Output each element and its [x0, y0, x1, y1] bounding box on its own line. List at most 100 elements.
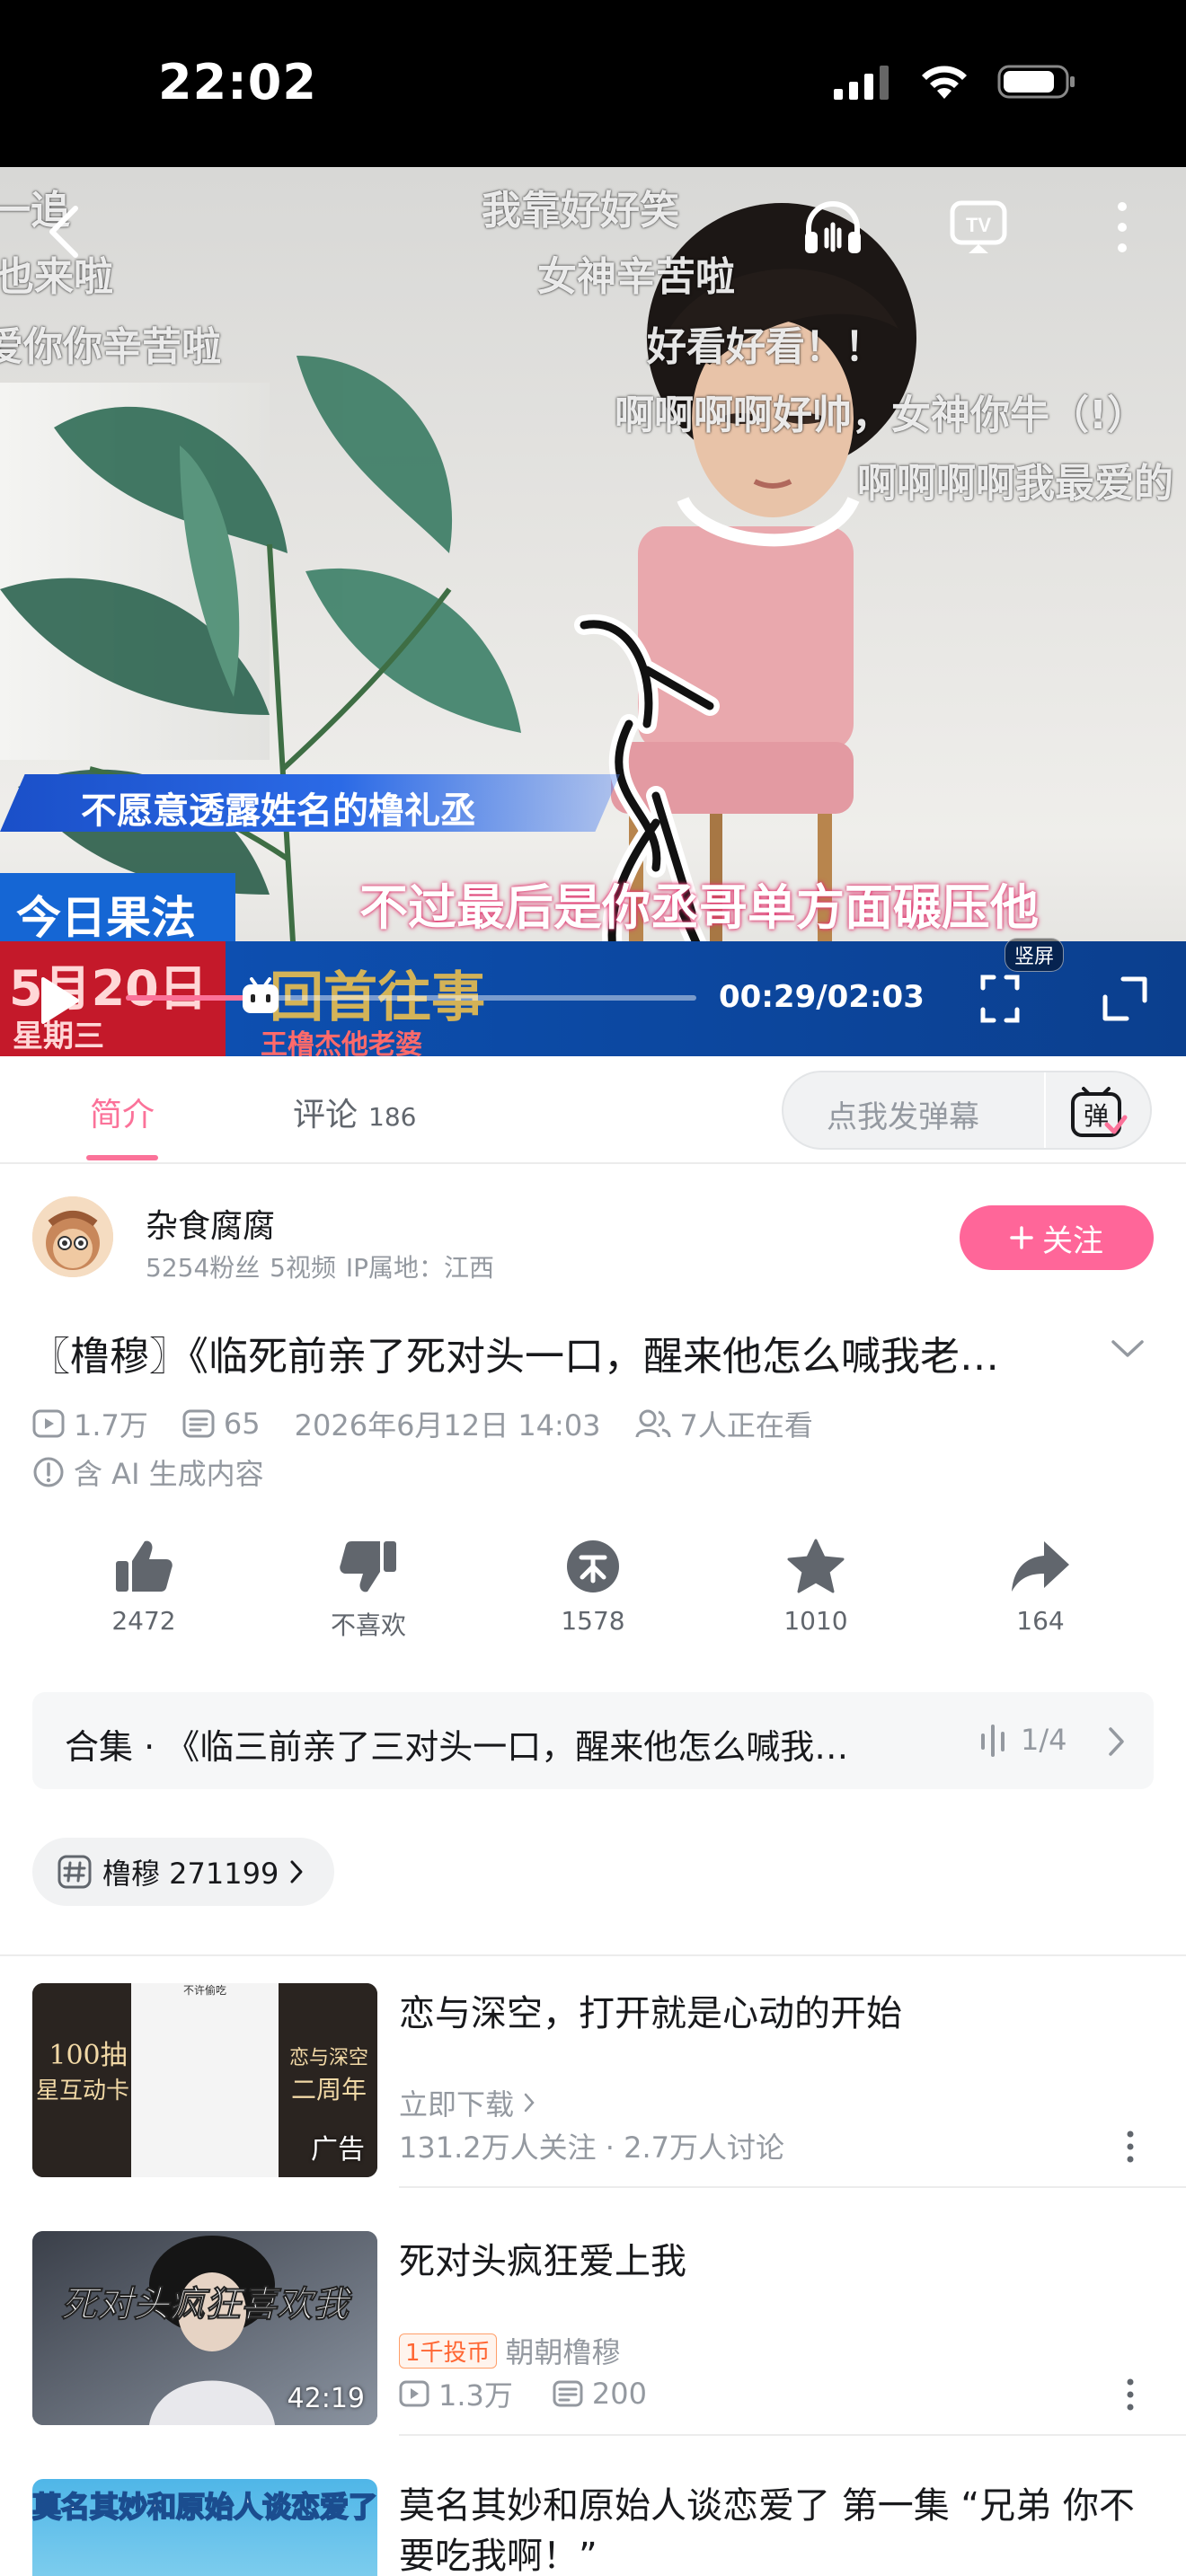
coin-button[interactable]: 1578	[512, 1538, 674, 1636]
watching-icon	[635, 1409, 671, 1438]
feed-danmaku: 200	[591, 2377, 647, 2411]
news-banner-text: 不愿意透露姓名的橹礼丞	[81, 790, 476, 832]
chevron-down-icon[interactable]	[1111, 1338, 1145, 1360]
dislike-label: 不喜欢	[330, 1610, 406, 1640]
chevron-right-icon	[1109, 1727, 1124, 1756]
feed-divider	[399, 2186, 1186, 2188]
dislike-button[interactable]: 不喜欢	[288, 1538, 449, 1642]
feed-item-video[interactable]: 死对头疯狂喜欢我 42:19 死对头疯狂爱上我 1千投币 朝朝橹穆 1.3万 2…	[0, 2202, 1186, 2436]
topic-tag-label: 橹穆 271199	[102, 1857, 279, 1891]
news-badge: 今日果法	[0, 873, 235, 947]
battery-icon	[997, 65, 1075, 99]
info-icon	[33, 1457, 64, 1487]
tab-comments-count: 186	[368, 1102, 417, 1132]
tab-comments-label: 评论	[293, 1097, 358, 1134]
like-button[interactable]: 2472	[63, 1538, 225, 1636]
action-bar: 2472 不喜欢 1578 1010 164	[0, 1538, 1186, 1654]
video-thumbnail-art: 莫名其妙和原始人谈恋爱了	[32, 2479, 377, 2576]
ad-download-link[interactable]: 立即下载	[399, 2082, 535, 2123]
feed-item-ad[interactable]: 不许偷吃 100抽 星互动卡 恋与深空 二周年 广告 恋与深空，打开就是心动的开…	[0, 1954, 1186, 2188]
danmaku-item: 爱你你辛苦啦	[0, 324, 221, 370]
more-vertical-icon[interactable]	[1123, 2377, 1137, 2413]
wifi-icon	[922, 66, 967, 99]
uploader-meta: 5254粉丝 5视频 IP属地：江西	[146, 1253, 495, 1283]
danmaku-input-placeholder: 点我发弹幕	[827, 1099, 979, 1135]
video-subtitle: 不过最后是你丞哥单方面碾压他	[359, 879, 1039, 936]
danmaku-count-icon	[182, 1409, 215, 1438]
collection-count: 1/4	[1021, 1723, 1067, 1757]
vertical-mode-tag[interactable]: 竖屏	[1005, 938, 1065, 972]
progress-thumb-icon[interactable]	[240, 977, 281, 1017]
plus-icon	[1010, 1226, 1033, 1249]
danmaku-input[interactable]: 点我发弹幕 弹	[782, 1071, 1152, 1150]
danmaku-count: 65	[223, 1407, 261, 1441]
video-player[interactable]: 一追 我靠好好笑 也来啦 女神辛苦啦 爱你你辛苦啦 好看好看！！ 啊啊啊啊好帅，…	[0, 167, 1186, 1056]
more-vertical-icon[interactable]	[1111, 199, 1134, 255]
progress-bar[interactable]	[126, 977, 696, 1013]
coin-count: 1578	[561, 1606, 625, 1636]
chevron-right-icon	[290, 1860, 303, 1883]
danmaku-item: 啊啊啊啊好帅，女神你牛（!）	[615, 393, 1147, 438]
status-icons	[834, 63, 1078, 101]
danmaku-item: 女神辛苦啦	[537, 254, 735, 300]
ad-stats-text: 131.2万人关注 · 2.7万人讨论	[399, 2130, 785, 2165]
thumb-up-icon	[116, 1540, 173, 1592]
topic-tag[interactable]: 橹穆 271199	[32, 1838, 335, 1906]
ad-thumb-right-text: 恋与深空	[289, 2047, 368, 2069]
coin-icon	[567, 1540, 619, 1592]
feed-item-video[interactable]: 莫名其妙和原始人谈恋爱了 莫名其妙和原始人谈恋爱了 第一集 “兄弟 你不要吃我啊…	[0, 2450, 1186, 2576]
video-thumb-text: 死对头疯狂喜欢我	[61, 2284, 352, 2325]
feed-thumbnail[interactable]: 死对头疯狂喜欢我 42:19	[32, 2231, 377, 2425]
tab-active-indicator	[86, 1155, 158, 1160]
ad-badge: 广告	[311, 2134, 365, 2166]
fullscreen-icon[interactable]	[1102, 975, 1148, 1022]
uploader-name[interactable]: 杂食腐腐	[146, 1200, 275, 1247]
news-band-sub: 王橹杰他老婆	[261, 1029, 422, 1056]
feed-title: 莫名其妙和原始人谈恋爱了 第一集 “兄弟 你不要吃我啊！”	[399, 2485, 1135, 2576]
follow-button-label: 关注	[1042, 1222, 1103, 1259]
collection-card[interactable]: 合集 · 《临三前亲了三对头一口，醒来他怎么喊我… 1/4	[32, 1692, 1154, 1789]
detail-tabs: 简介 评论 186 点我发弹幕 弹	[0, 1056, 1186, 1164]
share-icon	[1012, 1541, 1069, 1592]
view-count: 1.7万	[74, 1408, 148, 1442]
duration-badge: 42:19	[287, 2383, 365, 2414]
signal-icon	[834, 66, 889, 100]
more-vertical-icon[interactable]	[1123, 2129, 1137, 2165]
star-icon	[787, 1539, 845, 1593]
ad-thumb-left-text: 100抽	[49, 2040, 127, 2071]
favorite-count: 1010	[783, 1606, 848, 1636]
ad-thumb-right-text-2: 二周年	[291, 2075, 367, 2104]
ai-content-note[interactable]: 含 AI 生成内容	[32, 1451, 264, 1493]
play-icon[interactable]	[38, 975, 81, 1026]
danmaku-toggle-icon[interactable]: 弹	[1069, 1085, 1128, 1141]
chevron-right-icon	[524, 2093, 535, 2113]
video-title: 〖橹穆〗《临死前亲了死对头一口，醒来他怎么喊我老…	[31, 1334, 999, 1380]
feed-thumbnail[interactable]: 不许偷吃 100抽 星互动卡 恋与深空 二周年 广告	[32, 1983, 377, 2177]
ai-note-text: 含 AI 生成内容	[74, 1457, 264, 1491]
uploader-card: 杂食腐腐 5254粉丝 5视频 IP属地：江西 关注	[0, 1164, 1186, 1299]
thumb-down-icon	[340, 1541, 396, 1592]
like-count: 2472	[111, 1606, 176, 1636]
feed-author-row: 1千投币 朝朝橹穆	[399, 2330, 621, 2371]
vertical-fullscreen-icon[interactable]	[979, 972, 1021, 1026]
favorite-button[interactable]: 1010	[735, 1538, 897, 1636]
danmaku-icon-text: 弹	[1084, 1101, 1109, 1131]
ad-thumb-left-text-2: 星互动卡	[36, 2078, 129, 2104]
back-icon[interactable]	[43, 203, 86, 260]
danmaku-item: 啊啊啊啊我最爱的	[857, 461, 1173, 507]
tab-intro[interactable]: 简介	[90, 1089, 155, 1135]
news-banner: 不愿意透露姓名的橹礼丞	[0, 774, 620, 832]
follow-button[interactable]: 关注	[960, 1205, 1154, 1270]
share-button[interactable]: 164	[960, 1538, 1121, 1636]
ad-thumb-top-text: 不许偷吃	[183, 1983, 226, 1997]
play-count-icon	[399, 2380, 429, 2407]
tv-cast-icon[interactable]: TV	[949, 198, 1008, 257]
feed-author[interactable]: 朝朝橹穆	[506, 2330, 621, 2371]
avatar[interactable]	[32, 1196, 113, 1277]
danmaku-input-divider	[1044, 1072, 1046, 1148]
audio-bars-icon	[981, 1725, 1005, 1757]
feed-thumbnail[interactable]: 莫名其妙和原始人谈恋爱了	[32, 2479, 377, 2576]
headphones-icon[interactable]	[801, 198, 864, 257]
publish-date: 2026年6月12日 14:03	[294, 1408, 601, 1442]
tab-comments[interactable]: 评论 186	[293, 1089, 416, 1135]
